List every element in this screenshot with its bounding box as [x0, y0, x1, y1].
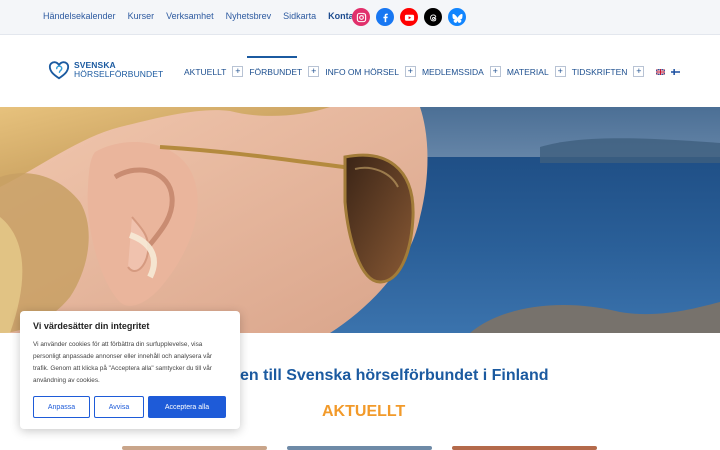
plus-icon[interactable]: + [308, 66, 320, 77]
bluesky-icon[interactable] [448, 8, 466, 26]
nav-label[interactable]: MATERIAL [507, 67, 549, 77]
link-kurser[interactable]: Kurser [128, 11, 155, 21]
social-links [352, 8, 466, 26]
accept-all-button[interactable]: Acceptera alla [148, 396, 226, 418]
youtube-icon[interactable] [400, 8, 418, 26]
link-sidkarta[interactable]: Sidkarta [283, 11, 316, 21]
link-nyhetsbrev[interactable]: Nyhetsbrev [226, 11, 272, 21]
nav-label[interactable]: AKTUELLT [184, 67, 226, 77]
threads-icon[interactable] [424, 8, 442, 26]
nav-item-aktuellt[interactable]: AKTUELLT + [184, 66, 249, 77]
nav-label[interactable]: INFO OM HÖRSEL [325, 67, 399, 77]
heart-ear-logo-icon [48, 61, 70, 80]
cookie-buttons: Anpassa Avvisa Acceptera alla [33, 396, 226, 418]
hero-image [0, 107, 720, 333]
site-logo[interactable]: SVENSKA HÖRSELFÖRBUNDET [48, 59, 163, 81]
logo-line-2: HÖRSELFÖRBUNDET [74, 69, 164, 79]
cookie-title: Vi värdesätter din integritet [33, 321, 150, 331]
customize-button[interactable]: Anpassa [33, 396, 90, 418]
nav-item-tidskriften[interactable]: TIDSKRIFTEN + [572, 66, 651, 77]
cookie-text: Vi använder cookies för att förbättra di… [33, 341, 213, 384]
plus-icon[interactable]: + [232, 66, 244, 77]
nav-item-info-om-horsel[interactable]: INFO OM HÖRSEL + [325, 66, 422, 77]
news-card-3[interactable] [452, 446, 597, 450]
language-switcher [656, 68, 681, 75]
news-card-2[interactable] [287, 446, 432, 450]
nav-item-forbundet[interactable]: FÖRBUNDET + [247, 56, 325, 77]
page-headline: en till Svenska hörselförbundet i Finlan… [240, 367, 549, 384]
top-bar: Händelsekalender Kurser Verksamhet Nyhet… [0, 0, 720, 35]
logo-text: SVENSKA HÖRSELFÖRBUNDET [74, 61, 163, 79]
main-nav: AKTUELLT + FÖRBUNDET + INFO OM HÖRSEL + … [184, 56, 681, 77]
section-title-aktuellt: AKTUELLT [322, 403, 406, 420]
nav-label[interactable]: FÖRBUNDET [249, 67, 302, 77]
reject-button[interactable]: Avvisa [94, 396, 144, 418]
link-verksamhet[interactable]: Verksamhet [166, 11, 214, 21]
nav-item-medlemssida[interactable]: MEDLEMSSIDA + [422, 66, 507, 77]
plus-icon[interactable]: + [404, 66, 416, 77]
plus-icon[interactable]: + [489, 66, 501, 77]
top-links: Händelsekalender Kurser Verksamhet Nyhet… [43, 11, 374, 21]
nav-label[interactable]: MEDLEMSSIDA [422, 67, 484, 77]
news-card-1[interactable] [122, 446, 267, 450]
english-flag-icon[interactable] [656, 68, 666, 75]
main-header: SVENSKA HÖRSELFÖRBUNDET AKTUELLT + FÖRBU… [0, 36, 720, 107]
facebook-icon[interactable] [376, 8, 394, 26]
finnish-flag-icon[interactable] [671, 68, 681, 75]
instagram-icon[interactable] [352, 8, 370, 26]
cookie-consent-dialog: Vi värdesätter din integritet Vi använde… [20, 311, 240, 429]
nav-item-material[interactable]: MATERIAL + [507, 66, 572, 77]
nav-label[interactable]: TIDSKRIFTEN [572, 67, 628, 77]
plus-icon[interactable]: + [554, 66, 566, 77]
plus-icon[interactable]: + [633, 66, 645, 77]
link-handelsekalender[interactable]: Händelsekalender [43, 11, 116, 21]
